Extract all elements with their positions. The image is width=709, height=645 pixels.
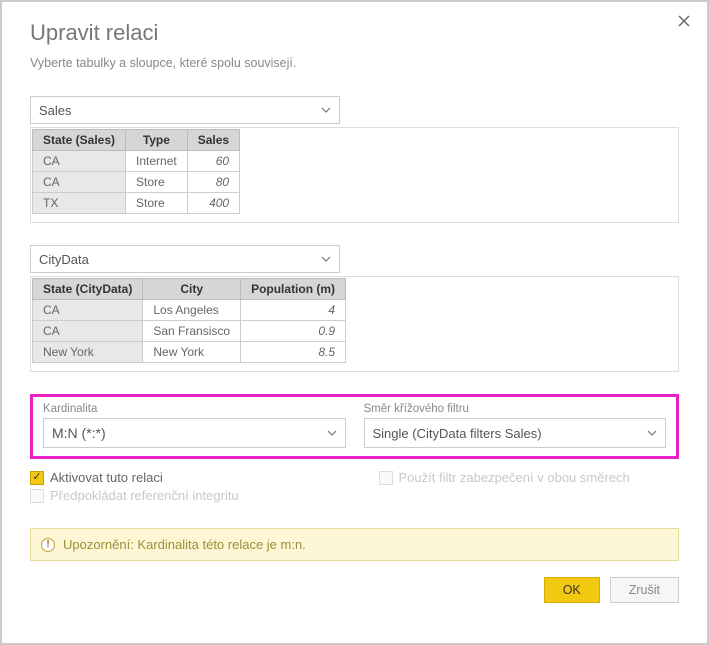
checkbox-icon: ✓ — [30, 471, 44, 485]
cancel-button[interactable]: Zrušit — [610, 577, 679, 603]
table-a-header-row: State (Sales) Type Sales — [33, 130, 240, 151]
table-b-preview: State (CityData) City Population (m) CA … — [30, 276, 679, 372]
crossfilter-select[interactable]: Single (CityData filters Sales) — [364, 418, 667, 448]
table-b-header-row: State (CityData) City Population (m) — [33, 279, 346, 300]
table-row: CA San Fransisco 0.9 — [33, 321, 346, 342]
dialog-footer: OK Zrušit — [30, 577, 679, 603]
chevron-down-icon — [321, 256, 331, 262]
cardinality-label: Kardinalita — [43, 403, 346, 415]
ok-button[interactable]: OK — [544, 577, 600, 603]
table-b-col0: State (CityData) — [33, 279, 143, 300]
table-a-col1: Type — [126, 130, 188, 151]
table-b-col2: Population (m) — [241, 279, 346, 300]
table-row: TX Store 400 — [33, 193, 240, 214]
activate-relation-label: Aktivovat tuto relaci — [50, 470, 163, 485]
activate-relation-checkbox[interactable]: ✓ Aktivovat tuto relaci — [30, 470, 331, 485]
cardinality-value: M:N (*:*) — [52, 425, 106, 441]
security-both-checkbox: Použít filtr zabezpečení v obou směrech — [379, 470, 680, 485]
chevron-down-icon — [321, 107, 331, 113]
crossfilter-value: Single (CityData filters Sales) — [373, 426, 542, 441]
security-both-label: Použít filtr zabezpečení v obou směrech — [399, 470, 630, 485]
crossfilter-label: Směr křížového filtru — [364, 403, 667, 415]
warning-text: Upozornění: Kardinalita této relace je m… — [63, 537, 306, 552]
referential-integrity-checkbox: Předpokládat referenční integritu — [30, 488, 331, 503]
table-row: CA Store 80 — [33, 172, 240, 193]
table-b-select[interactable]: CityData — [30, 245, 340, 273]
table-a-col0: State (Sales) — [33, 130, 126, 151]
dialog-window: Upravit relaci Vyberte tabulky a sloupce… — [0, 0, 709, 645]
dialog-title: Upravit relaci — [30, 20, 679, 46]
table-b-col1: City — [143, 279, 241, 300]
table-row: CA Los Angeles 4 — [33, 300, 346, 321]
warning-icon: ! — [41, 538, 55, 552]
warning-banner: ! Upozornění: Kardinalita této relace je… — [30, 528, 679, 561]
checkbox-icon — [379, 471, 393, 485]
table-row: CA Internet 60 — [33, 151, 240, 172]
highlight-box: Kardinalita M:N (*:*) Směr křížového fil… — [30, 394, 679, 459]
table-a-select[interactable]: Sales — [30, 96, 340, 124]
cardinality-select[interactable]: M:N (*:*) — [43, 418, 346, 448]
checkbox-icon — [30, 489, 44, 503]
dialog-subtitle: Vyberte tabulky a sloupce, které spolu s… — [30, 56, 679, 70]
checkbox-area: ✓ Aktivovat tuto relaci Předpokládat ref… — [30, 467, 679, 506]
table-a-col2: Sales — [187, 130, 239, 151]
referential-integrity-label: Předpokládat referenční integritu — [50, 488, 239, 503]
table-row: New York New York 8.5 — [33, 342, 346, 363]
table-a-name: Sales — [39, 103, 72, 118]
chevron-down-icon — [647, 430, 657, 436]
close-button[interactable] — [677, 14, 691, 28]
chevron-down-icon — [327, 430, 337, 436]
table-a-preview: State (Sales) Type Sales CA Internet 60 … — [30, 127, 679, 223]
table-b-name: CityData — [39, 252, 89, 267]
